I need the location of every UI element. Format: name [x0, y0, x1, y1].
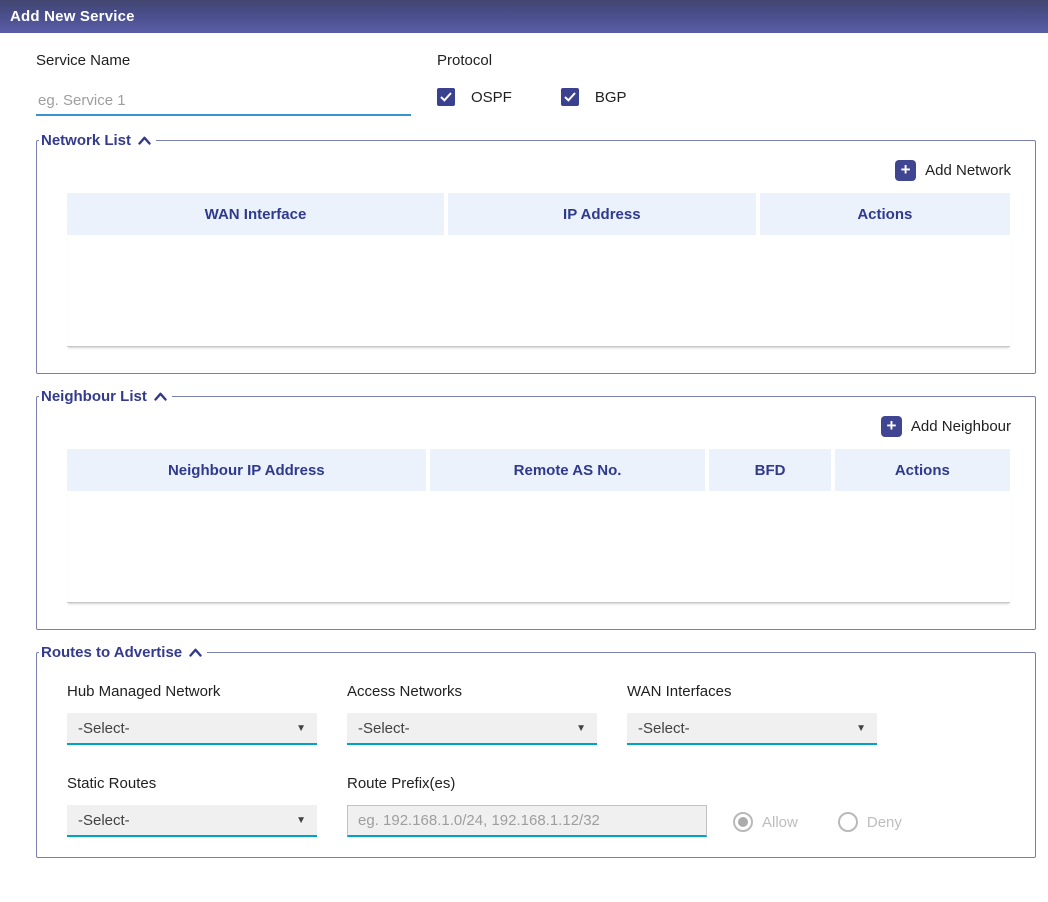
dialog-header: Add New Service: [0, 0, 1048, 33]
dropdown-arrow-icon: ▼: [296, 723, 306, 734]
network-list-collapse-icon[interactable]: [138, 136, 151, 145]
column-header-actions: Actions: [835, 449, 1010, 491]
column-header-ip-address: IP Address: [448, 193, 756, 235]
protocol-label: Protocol: [437, 52, 676, 69]
dropdown-arrow-icon: ▼: [856, 723, 866, 734]
dropdown-arrow-icon: ▼: [296, 815, 306, 826]
checkmark-icon: [564, 92, 576, 102]
neighbour-table-header: Neighbour IP Address Remote AS No. BFD A…: [67, 449, 1010, 491]
service-protocol-row: Service Name Protocol OSPF: [36, 52, 1036, 116]
neighbour-list-section: Neighbour List + Add Neighbour Neighbour…: [36, 388, 1036, 630]
routes-legend: Routes to Advertise: [39, 644, 207, 661]
network-list-section: Network List + Add Network WAN Interface…: [36, 132, 1036, 374]
allow-radio-label: Allow: [762, 814, 798, 831]
routes-title: Routes to Advertise: [41, 644, 182, 661]
network-table: WAN Interface IP Address Actions: [67, 193, 1010, 347]
dropdown-arrow-icon: ▼: [576, 723, 586, 734]
column-header-bfd: BFD: [709, 449, 830, 491]
protocol-field: Protocol OSPF BGP: [437, 52, 676, 116]
add-neighbour-label: Add Neighbour: [911, 418, 1011, 435]
access-networks-field: Access Networks -Select- ▼: [347, 683, 597, 745]
service-name-field: Service Name: [36, 52, 437, 116]
route-prefixes-input[interactable]: [347, 805, 707, 837]
checkmark-icon: [440, 92, 452, 102]
access-networks-label: Access Networks: [347, 683, 597, 700]
form-body: Service Name Protocol OSPF: [0, 33, 1048, 858]
column-header-wan-interface: WAN Interface: [67, 193, 444, 235]
deny-radio[interactable]: [838, 812, 858, 832]
column-header-actions: Actions: [760, 193, 1010, 235]
column-header-neighbour-ip: Neighbour IP Address: [67, 449, 426, 491]
protocol-options: OSPF BGP: [437, 88, 676, 106]
column-header-remote-as: Remote AS No.: [430, 449, 706, 491]
ospf-checkbox-option[interactable]: OSPF: [437, 88, 512, 106]
hub-managed-network-label: Hub Managed Network: [67, 683, 317, 700]
static-routes-label: Static Routes: [67, 775, 317, 792]
access-networks-select[interactable]: -Select- ▼: [347, 713, 597, 745]
ospf-checkbox-label: OSPF: [471, 89, 512, 106]
wan-interfaces-value: -Select-: [638, 720, 690, 737]
network-list-legend: Network List: [39, 132, 156, 149]
static-routes-field: Static Routes -Select- ▼: [67, 775, 317, 837]
bgp-checkbox[interactable]: [561, 88, 579, 106]
radio-selected-dot: [738, 817, 748, 827]
neighbour-list-legend: Neighbour List: [39, 388, 172, 405]
add-network-button[interactable]: + Add Network: [895, 160, 1011, 181]
service-name-label: Service Name: [36, 52, 437, 69]
bgp-checkbox-option[interactable]: BGP: [561, 88, 627, 106]
wan-interfaces-select[interactable]: -Select- ▼: [627, 713, 877, 745]
network-list-title: Network List: [41, 132, 131, 149]
neighbour-list-toolbar: + Add Neighbour: [37, 405, 1035, 437]
hub-managed-network-field: Hub Managed Network -Select- ▼: [67, 683, 317, 745]
neighbour-table-body-empty: [67, 491, 1010, 603]
wan-interfaces-label: WAN Interfaces: [627, 683, 877, 700]
allow-radio-option[interactable]: Allow: [733, 812, 798, 832]
deny-radio-option[interactable]: Deny: [838, 812, 902, 832]
neighbour-list-collapse-icon[interactable]: [154, 392, 167, 401]
routes-to-advertise-section: Routes to Advertise Hub Managed Network …: [36, 644, 1036, 858]
add-neighbour-button[interactable]: + Add Neighbour: [881, 416, 1011, 437]
routes-form: Hub Managed Network -Select- ▼ Access Ne…: [37, 661, 1035, 857]
deny-radio-label: Deny: [867, 814, 902, 831]
dialog-title: Add New Service: [10, 8, 135, 25]
network-table-header: WAN Interface IP Address Actions: [67, 193, 1010, 235]
service-name-input[interactable]: [36, 90, 411, 116]
route-prefixes-label: Route Prefix(es): [347, 775, 707, 792]
neighbour-list-title: Neighbour List: [41, 388, 147, 405]
hub-managed-network-value: -Select-: [78, 720, 130, 737]
ospf-checkbox[interactable]: [437, 88, 455, 106]
network-list-toolbar: + Add Network: [37, 149, 1035, 181]
neighbour-table: Neighbour IP Address Remote AS No. BFD A…: [67, 449, 1010, 603]
routes-collapse-icon[interactable]: [189, 648, 202, 657]
wan-interfaces-field: WAN Interfaces -Select- ▼: [627, 683, 877, 745]
static-routes-select[interactable]: -Select- ▼: [67, 805, 317, 837]
static-routes-value: -Select-: [78, 812, 130, 829]
route-prefixes-field: Route Prefix(es): [347, 775, 707, 837]
add-network-label: Add Network: [925, 162, 1011, 179]
routes-row-2: Static Routes -Select- ▼ Route Prefix(es…: [67, 775, 1035, 837]
hub-managed-network-select[interactable]: -Select- ▼: [67, 713, 317, 745]
plus-icon: +: [881, 416, 902, 437]
access-networks-value: -Select-: [358, 720, 410, 737]
plus-icon: +: [895, 160, 916, 181]
bgp-checkbox-label: BGP: [595, 89, 627, 106]
routes-row-1: Hub Managed Network -Select- ▼ Access Ne…: [67, 683, 1035, 745]
network-table-body-empty: [67, 235, 1010, 347]
policy-radio-group: Allow Deny: [733, 775, 942, 837]
allow-radio[interactable]: [733, 812, 753, 832]
